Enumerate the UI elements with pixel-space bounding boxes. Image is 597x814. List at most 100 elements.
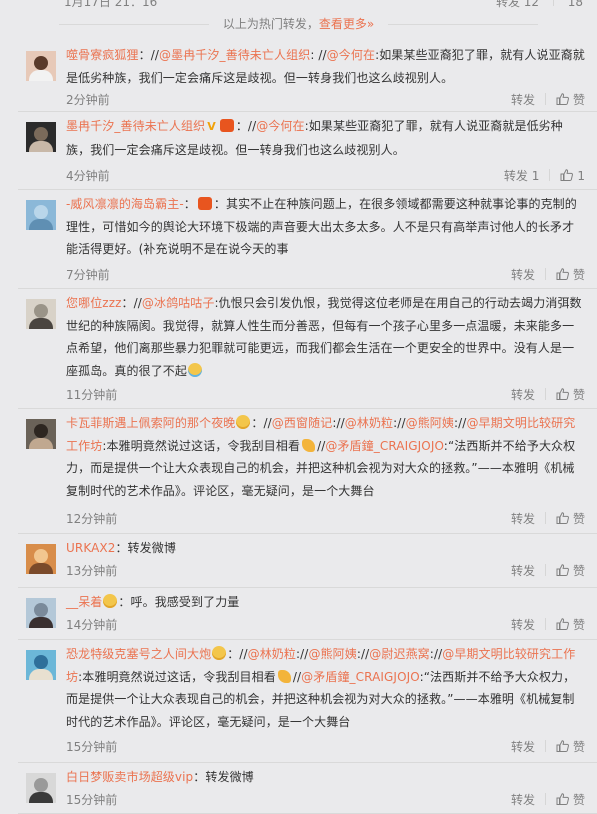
mention-link[interactable]: @熊阿姨 [308,647,356,661]
mention-link[interactable]: @今何在 [256,119,304,133]
divider [549,169,551,181]
thumbs-up-icon [556,268,569,280]
hot-repost-text: 以上为热门转发， [222,17,319,31]
repost-text: 卡瓦菲斯遇上佩索阿的那个夜晚 ：//@西窗随记://@林奶粒://@熊阿姨://@… [66,412,585,502]
thumbs-up-icon [556,93,569,105]
username-link[interactable]: -威风凛凛的海岛霸主- [66,197,184,211]
repost-separator: ：// [227,647,248,661]
divider [544,512,546,524]
repost-text: 噬骨寮疯狐狸：//@墨冉千汐_善待未亡人组织: //@今何在:如果某些亚裔犯了罪… [66,44,585,89]
repost-text: 墨冉千汐_善待未亡人组织 V ：//@今何在:如果某些亚裔犯了罪，就有人说亚裔就是低… [66,115,585,161]
user-badge-icon[interactable] [103,594,118,608]
username-link[interactable]: 墨冉千汐_善待未亡人组织 [66,119,205,133]
repost-item: 卡瓦菲斯遇上佩索阿的那个夜晚 ：//@西窗随记://@林奶粒://@熊阿姨://@… [18,408,597,534]
repost-separator: :// [356,647,370,661]
repost-text: 您哪位zzz：//@冰鸽咕咕子:仇恨只会引发仇恨，我觉得这位老师是在用自己的行动… [66,292,585,382]
repost-button[interactable]: 转发 1 [504,166,539,186]
username-link[interactable]: __呆着 [66,595,102,609]
timestamp: 15分钟前 [66,793,118,807]
user-badge-icon[interactable] [236,415,251,429]
like-button[interactable]: 赞 [556,509,585,529]
repost-separator: // [292,669,302,684]
avatar[interactable] [26,544,56,574]
avatar[interactable] [26,299,56,329]
crying-emoji-icon [188,362,203,377]
repost-actions: 转发 赞 [511,509,585,529]
repost-actions: 转发 赞 [511,790,585,810]
repost-button[interactable]: 转发 [511,615,535,635]
view-more-link[interactable]: 查看更多» [319,17,374,31]
like-button[interactable]: 赞 [556,615,585,635]
mention-link[interactable]: @矛盾鐘_CRAIGJOJO [325,439,443,453]
repost-text: 白日梦贩卖市场超级vip：转发微博 [66,766,585,789]
username-link[interactable]: 卡瓦菲斯遇上佩索阿的那个夜晚 [66,416,235,430]
repost-meta: 7分钟前 转发 赞 [66,265,585,285]
previous-item-repost[interactable]: 转发 12 [496,0,539,9]
avatar[interactable] [26,773,56,803]
mention-link[interactable]: @林奶粒 [248,647,296,661]
timestamp: 12分钟前 [66,512,118,526]
like-count: 1 [577,169,585,183]
like-button[interactable]: 赞 [556,737,585,757]
mention-link[interactable]: @墨冉千汐_善待未亡人组织 [159,48,310,62]
mention-link[interactable]: @矛盾鐘_CRAIGJOJO [301,670,419,684]
repost-button[interactable]: 转发 [511,90,535,110]
repost-meta: 15分钟前 转发 赞 [66,790,585,810]
username-link[interactable]: URKAX2 [66,541,115,555]
repost-text: __呆着 ：呼。我感受到了力量 [66,591,585,614]
avatar[interactable] [26,51,56,81]
mention-link[interactable]: @林奶粒 [345,416,393,430]
repost-button[interactable]: 转发 [511,509,535,529]
repost-button[interactable]: 转发 [511,265,535,285]
previous-item-actions: 转发 12 18 [496,0,583,10]
avatar[interactable] [26,122,56,152]
repost-button[interactable]: 转发 [511,737,535,757]
username-link[interactable]: 噬骨寮疯狐狸 [66,48,139,62]
repost-message: ：转发微博 [115,541,176,555]
like-button[interactable]: 赞 [556,265,585,285]
mention-link[interactable]: @西窗随记 [272,416,333,430]
like-button[interactable]: 1 [560,166,585,186]
repost-separator: :// [454,416,467,430]
mention-link[interactable]: @冰鸽咕咕子 [142,296,215,310]
avatar[interactable] [26,598,56,628]
previous-item-like-count[interactable]: 18 [568,0,583,9]
repost-button[interactable]: 转发 [511,385,535,405]
repost-message: :本雅明竟然说过这话，令我刮目相看 [102,438,301,453]
username-link[interactable]: 您哪位zzz [66,296,122,310]
username-link[interactable]: 白日梦贩卖市场超级vip [66,770,193,784]
repost-button[interactable]: 转发 [511,561,535,581]
avatar[interactable] [26,419,56,449]
like-button[interactable]: 赞 [556,385,585,405]
repost-text: URKAX2：转发微博 [66,537,585,560]
like-button[interactable]: 赞 [556,561,585,581]
repost-button[interactable]: 转发 [511,790,535,810]
like-count: 赞 [572,388,585,402]
avatar[interactable] [26,200,56,230]
mention-link[interactable]: @尉迟燕窝 [369,647,430,661]
repost-actions: 转发 赞 [511,90,585,110]
divider [544,388,546,400]
like-button[interactable]: 赞 [556,790,585,810]
like-count: 赞 [572,564,585,578]
repost-item: 恐龙特级克塞号之人间大炮 ：//@林奶粒://@熊阿姨://@尉迟燕窝://@早期… [18,639,597,763]
repost-item: 墨冉千汐_善待未亡人组织 V ：//@今何在:如果某些亚裔犯了罪，就有人说亚裔就是低… [18,111,597,190]
thumbs-up-icon [556,388,569,400]
timestamp: 15分钟前 [66,740,118,754]
username-link[interactable]: 恐龙特级克塞号之人间大炮 [66,647,211,661]
repost-meta: 15分钟前 转发 赞 [66,737,585,757]
mention-link[interactable]: @今何在 [327,48,375,62]
repost-meta: 2分钟前 转发 赞 [66,90,585,110]
avatar[interactable] [26,650,56,680]
repost-actions: 转发 1 1 [504,166,585,186]
user-badge-icon[interactable] [219,119,234,132]
repost-meta: 11分钟前 转发 赞 [66,385,585,405]
thumbs-up-icon [556,793,569,805]
like-button[interactable]: 赞 [556,90,585,110]
user-badge-icon[interactable] [197,197,212,210]
mention-link[interactable]: @熊阿姨 [406,416,454,430]
verified-badge-icon[interactable]: V [207,116,216,139]
user-badge-icon[interactable] [212,646,227,660]
divider [544,793,546,805]
thumbs-up-icon [556,740,569,752]
